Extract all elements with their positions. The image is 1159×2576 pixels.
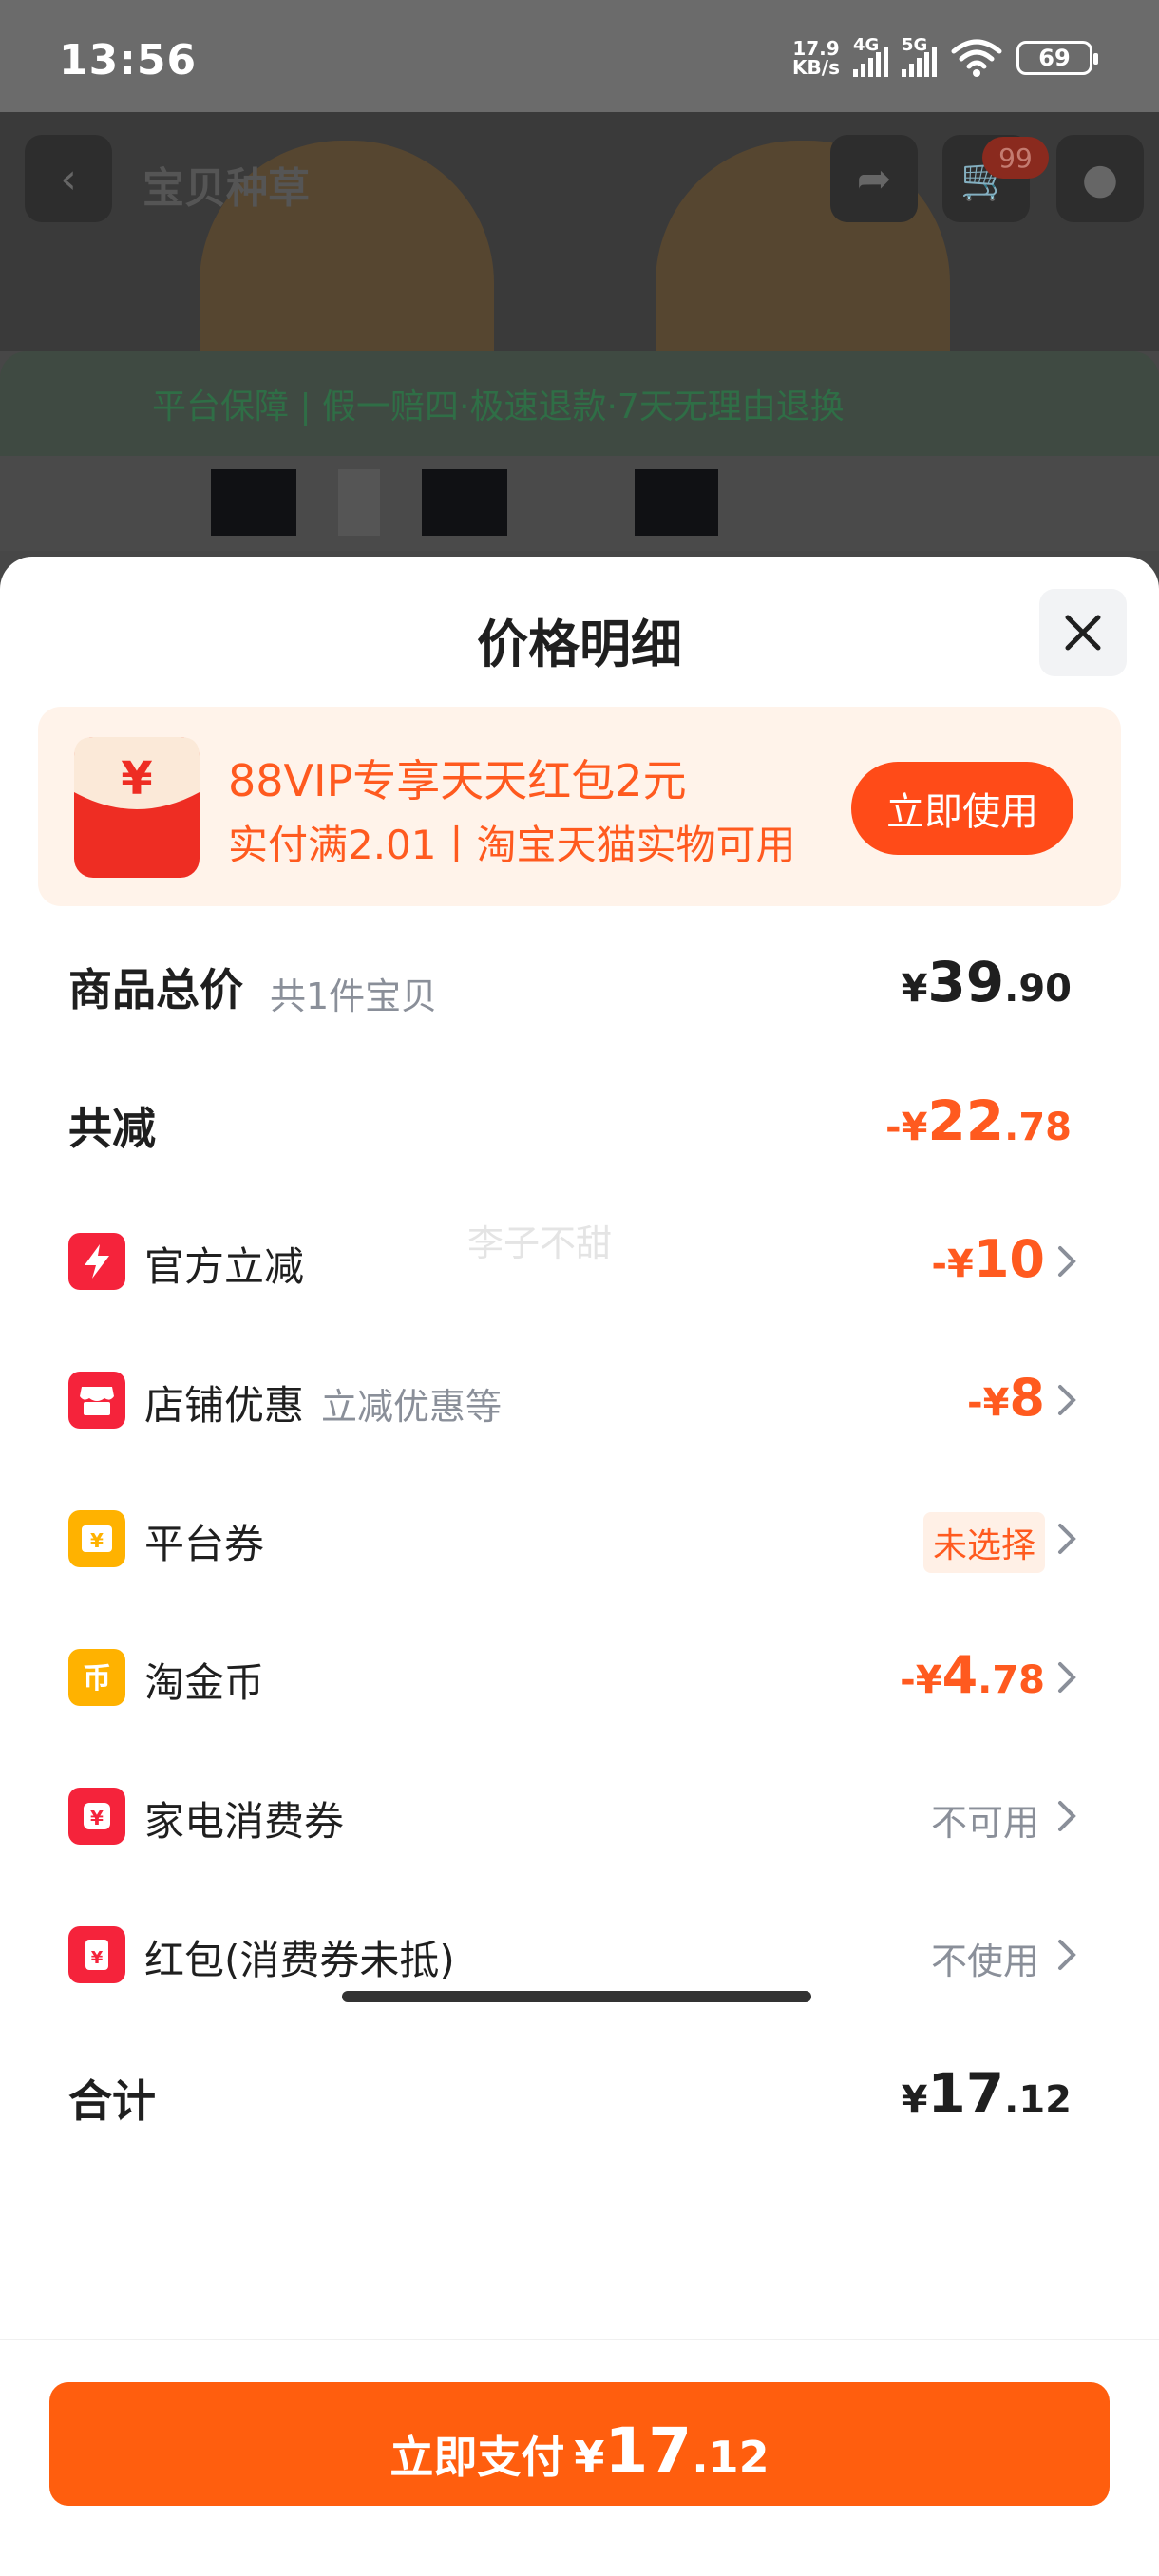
discount-row-appliance-coupon[interactable]: ¥ 家电消费券 不可用 xyxy=(0,1772,1159,1858)
discount-row-platform-coupon[interactable]: ¥ 平台券 未选择 xyxy=(0,1495,1159,1581)
svg-text:¥: ¥ xyxy=(90,1807,104,1829)
back-icon: ‹ xyxy=(25,135,112,222)
svg-text:币: 币 xyxy=(83,1662,111,1695)
chevron-right-icon xyxy=(1058,1246,1076,1277)
total-price-label: 商品总价 xyxy=(68,964,243,1015)
discount-row-official[interactable]: 官方立减 -¥ 10 xyxy=(0,1218,1159,1303)
svg-text:¥: ¥ xyxy=(91,1948,104,1968)
appliance-coupon-icon: ¥ xyxy=(68,1788,125,1845)
red-envelope-icon: ¥ xyxy=(74,737,200,878)
item-count: 共1件宝贝 xyxy=(270,975,438,1017)
discount-label: 平台券 xyxy=(144,1521,265,1567)
red-packet-icon: ¥ xyxy=(68,1926,125,1983)
background-strip xyxy=(0,456,1159,551)
home-indicator[interactable] xyxy=(342,1991,811,2002)
discount-row-red-packet[interactable]: ¥ 红包(消费券未抵) 不使用 xyxy=(0,1911,1159,1997)
total-reduction-row: 共减 -¥ 22 .78 xyxy=(0,1079,1159,1165)
discount-label: 家电消费券 xyxy=(144,1798,345,1845)
background-header: ‹ 宝贝种草 ➦ 🛒 99 ● xyxy=(0,112,1159,426)
discount-amount: -¥ 4 .78 xyxy=(900,1645,1045,1705)
chevron-right-icon xyxy=(1058,1662,1076,1693)
discount-amount: -¥ 8 xyxy=(966,1368,1045,1428)
sheet-title: 价格明细 xyxy=(477,615,682,674)
discount-label: 红包(消费券未抵) xyxy=(144,1937,455,1983)
unavailable-status: 不可用 xyxy=(930,1802,1039,1844)
wifi-icon xyxy=(951,39,1002,77)
chevron-right-icon xyxy=(1058,1801,1076,1831)
svg-text:¥: ¥ xyxy=(90,1529,104,1552)
signal-5g-icon: 5G xyxy=(902,35,937,77)
grand-total-amount: ¥ 17 .12 xyxy=(901,2061,1072,2126)
discount-label: 店铺优惠 xyxy=(144,1382,305,1429)
battery-icon: 69 xyxy=(1016,41,1098,75)
lightning-icon xyxy=(68,1233,125,1290)
discount-label: 淘金币 xyxy=(144,1659,265,1706)
coin-icon: 币 xyxy=(68,1649,125,1706)
total-price-row: 商品总价 共1件宝贝 ¥ 39 .90 xyxy=(0,940,1159,1026)
pay-bar: 立即支付 ¥ 17 .12 xyxy=(0,2339,1159,2576)
status-time: 13:56 xyxy=(59,36,198,85)
grand-total-label: 合计 xyxy=(68,2075,156,2127)
status-bar: 13:56 17.9 KB/s 4G 5G 69 xyxy=(0,0,1159,112)
net-speed: 17.9 KB/s xyxy=(792,37,840,79)
vip-red-packet-banner: ¥ 88VIP专享天天红包2元 实付满2.01丨淘宝天猫实物可用 立即使用 xyxy=(38,707,1121,906)
message-icon: ● xyxy=(1056,135,1144,222)
share-icon: ➦ xyxy=(830,135,918,222)
grand-total-row: 合计 ¥ 17 .12 xyxy=(0,2052,1159,2137)
close-icon xyxy=(1065,615,1101,651)
close-button[interactable] xyxy=(1039,589,1127,676)
chevron-right-icon xyxy=(1058,1940,1076,1970)
store-icon xyxy=(68,1372,125,1429)
svg-text:¥: ¥ xyxy=(121,752,152,805)
total-price-amount: ¥ 39 .90 xyxy=(901,950,1072,1014)
status-indicators: 17.9 KB/s 4G 5G 69 xyxy=(792,35,1098,79)
signal-4g-icon: 4G xyxy=(853,35,888,77)
discount-row-shop[interactable]: 店铺优惠 立减优惠等 -¥ 8 xyxy=(0,1356,1159,1442)
chevron-right-icon xyxy=(1058,1385,1076,1415)
discount-label: 官方立减 xyxy=(144,1243,305,1290)
promo-subtitle: 实付满2.01丨淘宝天猫实物可用 xyxy=(228,822,796,868)
discount-sublabel: 立减优惠等 xyxy=(321,1386,503,1428)
use-now-button[interactable]: 立即使用 xyxy=(851,762,1074,855)
total-reduction-label: 共减 xyxy=(68,1103,156,1154)
promo-title: 88VIP专享天天红包2元 xyxy=(228,755,687,806)
background-title: 宝贝种草 xyxy=(142,164,310,213)
price-detail-sheet: 价格明细 ¥ 88VIP专享天天红包2元 实付满2.01丨淘宝天猫实物可用 立即… xyxy=(0,557,1159,2576)
guarantee-banner: 平台保障 | 假一赔四·极速退款·7天无理由退换 xyxy=(0,351,1159,456)
coupon-icon: ¥ xyxy=(68,1510,125,1567)
not-used-status: 不使用 xyxy=(930,1941,1039,1982)
cart-badge: 99 xyxy=(982,137,1049,179)
not-selected-badge: 未选择 xyxy=(922,1512,1045,1573)
total-reduction-amount: -¥ 22 .78 xyxy=(884,1089,1072,1153)
discount-amount: -¥ 10 xyxy=(931,1229,1045,1289)
chevron-right-icon xyxy=(1058,1524,1076,1554)
discount-row-coins[interactable]: 币 淘金币 -¥ 4 .78 xyxy=(0,1634,1159,1719)
pay-now-button[interactable]: 立即支付 ¥ 17 .12 xyxy=(49,2382,1110,2506)
